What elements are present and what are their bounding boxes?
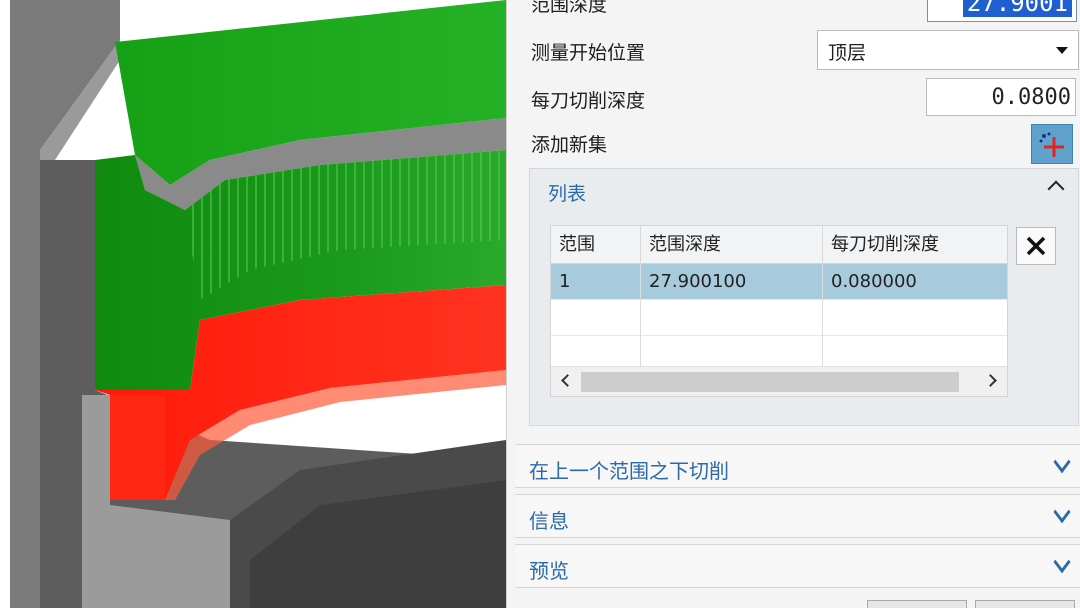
empty-cell [823,300,1007,336]
column-header-cut-depth[interactable]: 每刀切削深度 [823,226,1007,264]
chevron-up-icon[interactable] [1047,180,1065,198]
chevron-down-icon [1053,500,1071,524]
range-depth-value: 27.9001 [962,0,1072,17]
add-set-label: 添加新集 [531,134,608,156]
table-header: 范围 范围深度 每刀切削深度 [551,226,1007,264]
measure-start-label: 测量开始位置 [531,42,646,64]
graphics-viewport[interactable] [0,0,506,608]
table-row-empty [551,300,1007,336]
list-title: 列表 [548,183,587,205]
chevron-down-icon [1053,450,1071,474]
column-header-range[interactable]: 范围 [551,226,641,264]
list-group: 列表 范围 范围深度 每刀切削深度 1 27.900100 0.080000 [529,168,1079,426]
cancel-button[interactable] [975,600,1075,608]
cut-depth-label: 每刀切削深度 [531,90,646,112]
scroll-left-icon[interactable] [561,374,574,387]
chevron-down-icon [1053,550,1071,574]
column-header-range-depth[interactable]: 范围深度 [641,226,823,264]
section-cut-below-range[interactable]: 在上一个范围之下切削 [515,444,1080,488]
empty-cell [641,300,823,336]
range-table: 范围 范围深度 每刀切削深度 1 27.900100 0.080000 [550,225,1008,397]
add-set-icon [1039,132,1064,157]
cell-cut-depth: 0.080000 [823,264,1007,300]
cell-range: 1 [551,264,641,300]
part-model-render [0,0,506,608]
section-title: 信息 [529,509,569,533]
scrollbar-thumb[interactable] [581,372,959,392]
measure-start-select[interactable]: 顶层 [817,30,1079,70]
measure-start-value: 顶层 [828,42,867,64]
horizontal-scrollbar[interactable] [551,366,1007,396]
empty-cell [551,300,641,336]
section-title: 在上一个范围之下切削 [529,459,729,483]
section-title: 预览 [529,559,569,583]
ok-button[interactable] [867,600,967,608]
cut-levels-dialog: 范围深度 27.9001 测量开始位置 顶层 每刀切削深度 添加新集 列表 范围 [506,0,1080,608]
section-preview[interactable]: 预览 [515,544,1080,588]
scroll-right-icon[interactable] [984,374,997,387]
delete-row-button[interactable] [1016,227,1056,265]
range-depth-field[interactable]: 27.9001 [927,0,1077,22]
cell-range-depth: 27.900100 [641,264,823,300]
cut-depth-field[interactable] [926,78,1076,116]
table-row[interactable]: 1 27.900100 0.080000 [551,264,1007,300]
section-information[interactable]: 信息 [515,494,1080,538]
list-header[interactable]: 列表 [530,169,1078,213]
add-set-button[interactable] [1031,124,1073,164]
range-depth-label: 范围深度 [531,0,608,16]
delete-x-icon [1026,236,1046,256]
cut-depth-input[interactable] [927,79,1075,115]
dropdown-arrow-icon [1056,47,1068,54]
